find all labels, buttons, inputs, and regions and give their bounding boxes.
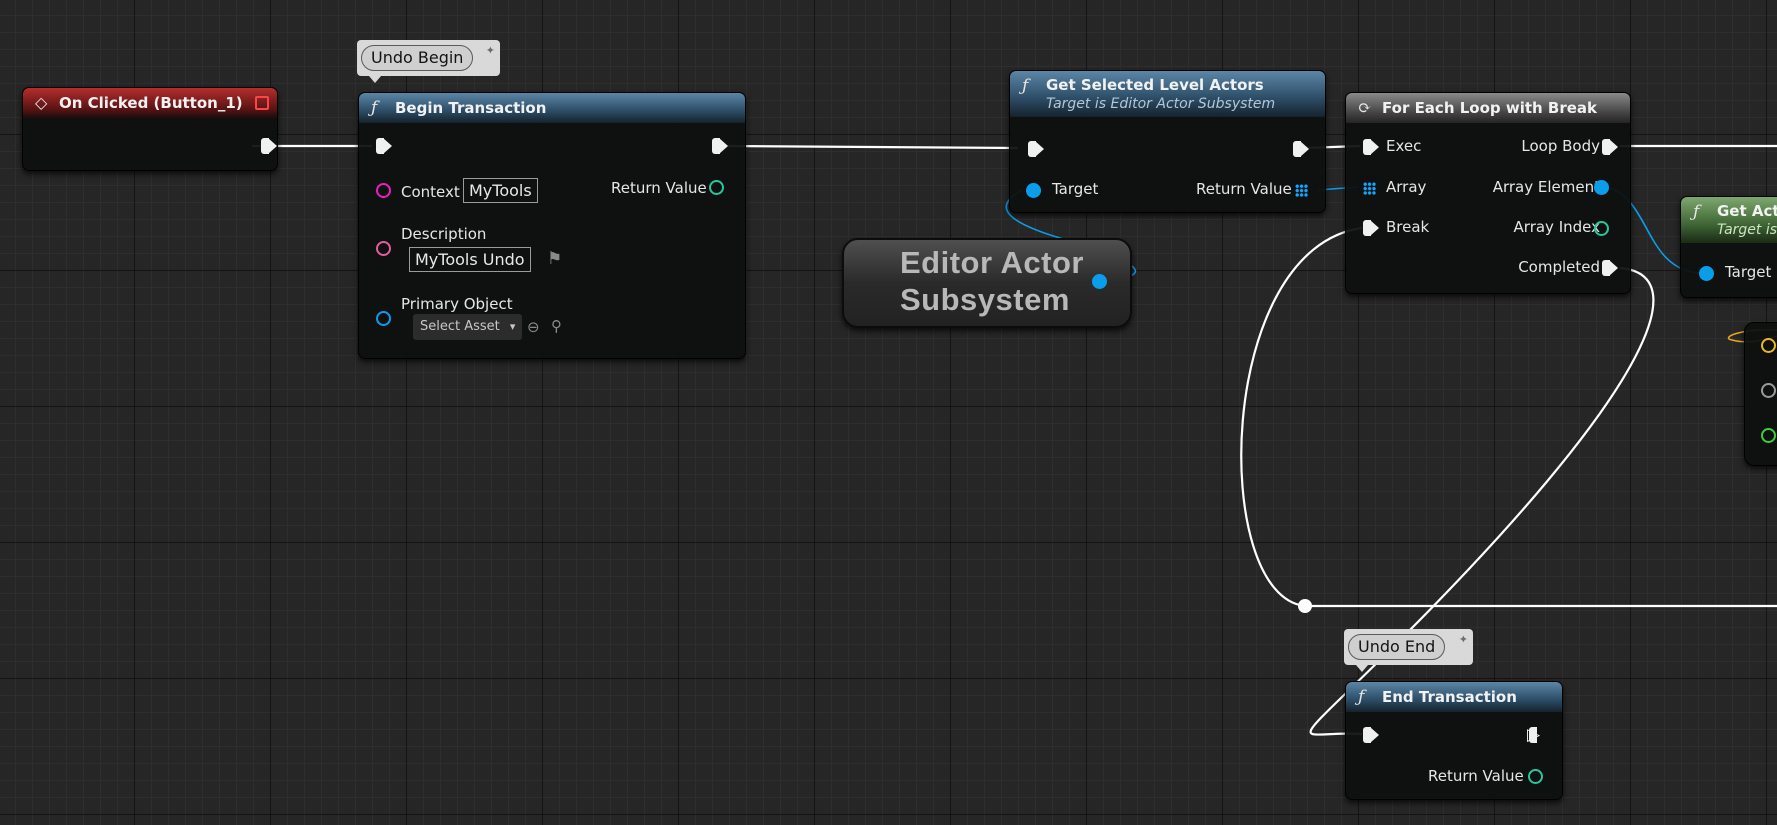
comment-pin-icon[interactable]: ✦	[1459, 633, 1468, 646]
array-index-label: Array Index	[1513, 218, 1600, 236]
function-icon: ƒ	[371, 98, 378, 118]
on-clicked-title: On Clicked (Button_1)	[59, 94, 243, 112]
exec-wire-knot-to-break	[1240, 226, 1363, 608]
exec-out-pin[interactable]	[712, 138, 728, 154]
completed-pin[interactable]	[1602, 260, 1618, 276]
editor-actor-subsystem-line2: Subsystem	[900, 282, 1070, 317]
end-transaction-node[interactable]: ƒ End Transaction ▷ Return Value	[1345, 681, 1563, 800]
exec-in-pin[interactable]	[1363, 727, 1379, 743]
target-pin[interactable]	[1699, 266, 1714, 281]
array-element-pin[interactable]	[1594, 180, 1609, 195]
array-input-pin[interactable]	[1363, 182, 1376, 195]
exec-in-pin[interactable]	[376, 138, 392, 154]
context-label: Context	[401, 183, 460, 201]
loop-body-label: Loop Body	[1521, 137, 1600, 155]
offscreen-node[interactable]	[1744, 322, 1777, 466]
localization-flag-icon[interactable]: ⚑	[547, 249, 562, 269]
array-label: Array	[1386, 178, 1427, 196]
select-asset-dropdown[interactable]: Select Asset ▾	[413, 314, 523, 340]
begin-transaction-header: ƒ Begin Transaction	[359, 93, 745, 123]
for-each-header: ⟳ For Each Loop with Break	[1346, 93, 1630, 123]
exec-in-pin[interactable]	[1363, 139, 1379, 155]
editor-actor-subsystem-node[interactable]: Editor Actor Subsystem	[842, 238, 1132, 328]
description-input[interactable]: MyTools Undo	[409, 247, 531, 272]
target-pin[interactable]	[1026, 183, 1041, 198]
end-transaction-title: End Transaction	[1382, 688, 1517, 706]
undo-end-comment[interactable]: Undo End ✦	[1344, 629, 1473, 672]
begin-transaction-node[interactable]: ƒ Begin Transaction Context MyTools Retu…	[358, 92, 746, 359]
array-return-pin[interactable]	[1295, 184, 1308, 197]
for-each-title: For Each Loop with Break	[1382, 99, 1598, 117]
select-asset-value: Select Asset	[420, 319, 500, 334]
event-diamond-icon: ◇	[35, 93, 48, 112]
undo-begin-comment[interactable]: Undo Begin ✦	[357, 40, 500, 83]
get-actor-header: ƒ Get Act Target is	[1681, 197, 1777, 243]
return-value-pin[interactable]	[1528, 769, 1543, 784]
get-selected-subtitle: Target is Editor Actor Subsystem	[1046, 96, 1276, 112]
on-clicked-event-node[interactable]: ◇ On Clicked (Button_1)	[22, 87, 278, 171]
target-label: Target	[1052, 180, 1099, 198]
get-selected-level-actors-node[interactable]: ƒ Get Selected Level Actors Target is Ed…	[1009, 70, 1326, 213]
array-element-label: Array Element	[1492, 178, 1600, 196]
undo-end-comment-text: Undo End	[1348, 634, 1446, 660]
function-icon: ƒ	[1693, 202, 1700, 222]
yellow-pin[interactable]	[1761, 338, 1776, 353]
get-selected-header: ƒ Get Selected Level Actors Target is Ed…	[1010, 71, 1325, 117]
description-label: Description	[401, 225, 487, 243]
return-value-label: Return Value	[1196, 180, 1292, 198]
exec-out-pin[interactable]	[261, 138, 277, 154]
loop-macro-icon: ⟳	[1358, 98, 1372, 117]
end-transaction-header: ƒ End Transaction	[1346, 682, 1562, 712]
gray-pin[interactable]	[1761, 383, 1776, 398]
green-pin[interactable]	[1761, 428, 1776, 443]
function-icon: ƒ	[1022, 76, 1029, 96]
primary-object-label: Primary Object	[401, 295, 513, 313]
function-icon: ƒ	[1358, 687, 1365, 707]
subsystem-output-pin[interactable]	[1092, 274, 1107, 289]
browse-asset-search-icon[interactable]: ⚲	[551, 317, 562, 335]
break-pin[interactable]	[1363, 220, 1379, 236]
begin-transaction-title: Begin Transaction	[395, 99, 547, 117]
event-delegate-icon	[255, 96, 269, 110]
undo-begin-comment-text: Undo Begin	[361, 45, 474, 71]
context-pin[interactable]	[376, 183, 391, 198]
exec-in-pin[interactable]	[1028, 141, 1044, 157]
use-selected-asset-icon[interactable]: ⊖	[527, 318, 540, 336]
get-selected-title: Get Selected Level Actors	[1046, 76, 1264, 94]
editor-actor-subsystem-line1: Editor Actor	[900, 245, 1084, 280]
return-value-label: Return Value	[611, 179, 707, 197]
reroute-knot[interactable]	[1298, 599, 1312, 613]
exec-label: Exec	[1386, 137, 1422, 155]
on-clicked-header: ◇ On Clicked (Button_1)	[23, 88, 277, 118]
get-actor-subtitle: Target is	[1717, 222, 1777, 238]
completed-label: Completed	[1518, 258, 1600, 276]
break-label: Break	[1386, 218, 1430, 236]
return-value-pin[interactable]	[709, 180, 724, 195]
exec-out-outline-icon: ▷	[1527, 725, 1541, 745]
chevron-down-icon: ▾	[509, 320, 516, 333]
exec-out-pin[interactable]	[1293, 141, 1309, 157]
return-value-label: Return Value	[1428, 767, 1524, 785]
loop-body-pin[interactable]	[1602, 139, 1618, 155]
editor-actor-subsystem-label: Editor Actor Subsystem	[900, 244, 1084, 318]
primary-object-pin[interactable]	[376, 311, 391, 326]
for-each-loop-node[interactable]: ⟳ For Each Loop with Break Exec Array Br…	[1345, 92, 1631, 294]
comment-pin-icon[interactable]: ✦	[486, 44, 495, 57]
get-actor-title: Get Act	[1717, 202, 1777, 220]
context-input[interactable]: MyTools	[463, 178, 538, 203]
get-actor-node[interactable]: ƒ Get Act Target is Target	[1680, 196, 1777, 298]
target-label: Target	[1725, 263, 1772, 281]
array-index-pin[interactable]	[1594, 221, 1609, 236]
description-pin[interactable]	[376, 241, 391, 256]
exec-wire-begin-to-getselected	[726, 144, 1019, 150]
